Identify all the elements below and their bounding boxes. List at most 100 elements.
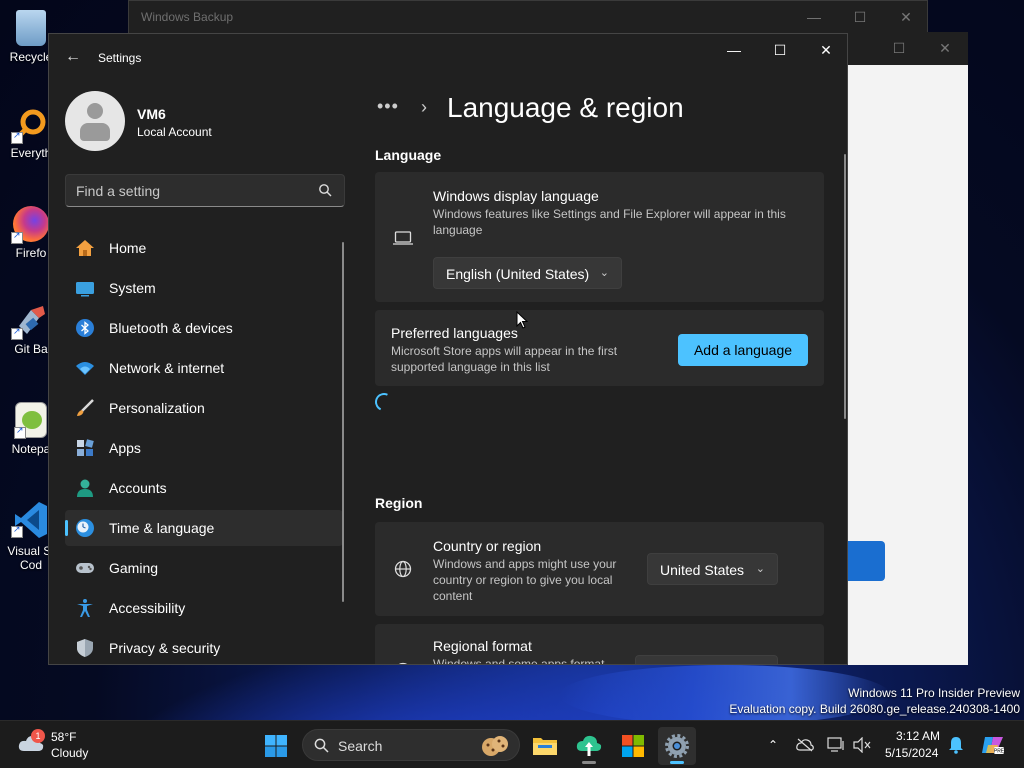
gear-icon: [665, 734, 689, 758]
regional-format-dropdown[interactable]: [635, 655, 778, 664]
chevron-down-icon: ⌄: [599, 267, 609, 279]
nav-item-home[interactable]: Home: [65, 230, 343, 266]
recycle-bin-icon: [16, 10, 46, 46]
home-icon: [76, 240, 94, 256]
taskbar-backup-app[interactable]: [570, 727, 608, 765]
clock-date[interactable]: 5/15/2024: [885, 746, 938, 760]
selection-indicator: [65, 520, 68, 536]
country-region-desc-line3: content: [433, 589, 473, 603]
weather-condition[interactable]: Cloudy: [51, 746, 88, 760]
profile-name: VM6: [137, 106, 166, 122]
regional-format-title: Regional format: [433, 638, 532, 654]
nav-item-system[interactable]: System: [65, 270, 343, 306]
globe-icon: [394, 560, 412, 578]
maximize-button[interactable]: ☐: [757, 34, 803, 66]
clock-globe-icon: [76, 519, 94, 537]
preferred-languages-desc-line2: supported language in this list: [391, 360, 550, 374]
backup-window-body: ☐ ✕: [848, 32, 968, 665]
nav-item-gaming[interactable]: Gaming: [65, 550, 343, 586]
backup-maximize-button-2[interactable]: ☐: [876, 32, 922, 64]
avatar[interactable]: [65, 91, 125, 151]
search-icon: [319, 184, 332, 197]
cloud-offline-icon[interactable]: [795, 735, 815, 755]
accessibility-icon: [77, 599, 93, 617]
apps-icon: [77, 439, 94, 456]
add-language-button[interactable]: Add a language: [678, 334, 808, 366]
display-language-desc-line1: Windows features like Settings and File …: [433, 207, 786, 221]
weather-temperature[interactable]: 58°F: [51, 730, 76, 744]
card-preferred-languages: Preferred languages Microsoft Store apps…: [375, 310, 824, 386]
breadcrumb-overflow-button[interactable]: •••: [377, 96, 399, 117]
search-input[interactable]: [76, 182, 306, 200]
notification-bell-icon[interactable]: [946, 735, 966, 755]
display-language-dropdown[interactable]: English (United States) ⌄: [433, 257, 622, 289]
brush-icon: [77, 399, 94, 416]
chevron-up-icon[interactable]: ⌃: [763, 735, 783, 755]
display-icon[interactable]: [826, 735, 846, 755]
country-region-dropdown[interactable]: United States ⌄: [647, 553, 778, 585]
regional-format-desc-line1: Windows and some apps format: [433, 657, 605, 665]
preferred-languages-desc-line1: Microsoft Store apps will appear in the …: [391, 344, 618, 358]
card-regional-format: Regional format Windows and some apps fo…: [375, 624, 824, 665]
backup-window-titlebar[interactable]: Windows Backup — ☐ ✕: [128, 0, 928, 36]
nav-item-accounts[interactable]: Accounts: [65, 470, 343, 506]
clock-time[interactable]: 3:12 AM: [896, 729, 940, 743]
nav-item-personalization[interactable]: Personalization: [65, 390, 343, 426]
backup-primary-button[interactable]: [848, 541, 885, 581]
country-region-title: Country or region: [433, 538, 542, 554]
display-language-desc-line2: language: [433, 223, 483, 237]
loading-spinner-icon: [372, 390, 396, 414]
windows-logo-icon: [265, 735, 287, 757]
nav-item-privacy[interactable]: Privacy & security: [65, 630, 343, 664]
watermark-line2: Evaluation copy. Build 26080.ge_release.…: [729, 702, 1020, 716]
card-country-region: Country or region Windows and apps might…: [375, 522, 824, 616]
back-arrow-icon[interactable]: ←: [65, 48, 81, 66]
notepad-plus-icon: [14, 402, 47, 439]
person-icon: [77, 479, 93, 497]
copilot-icon[interactable]: PRE: [980, 735, 1006, 755]
nav-scrollbar[interactable]: [342, 242, 344, 602]
folder-icon: [533, 738, 557, 755]
mouse-pointer-icon: [516, 311, 528, 329]
nav-item-time-language[interactable]: Time & language: [65, 510, 343, 546]
close-button[interactable]: ✕: [803, 34, 847, 66]
backup-minimize-button[interactable]: —: [791, 1, 837, 33]
laptop-icon: [393, 231, 413, 245]
nav-item-bluetooth[interactable]: Bluetooth & devices: [65, 310, 343, 346]
weather-badge: 1: [31, 729, 45, 743]
vscode-icon: [11, 500, 49, 538]
minimize-button[interactable]: —: [711, 34, 757, 66]
git-bash-icon: [11, 302, 49, 340]
profile-account-type: Local Account: [137, 125, 212, 139]
backup-close-button-2[interactable]: ✕: [922, 32, 968, 64]
window-title: Settings: [98, 51, 142, 65]
shortcut-arrow-icon: [14, 425, 26, 439]
breadcrumb-chevron-icon: ›: [421, 97, 427, 117]
volume-muted-icon[interactable]: [852, 735, 872, 755]
settings-titlebar[interactable]: ← Settings — ☐ ✕: [49, 34, 847, 82]
wifi-icon: [76, 362, 94, 375]
shield-icon: [77, 639, 93, 657]
settings-window: ← Settings — ☐ ✕ VM6 Local Account Home …: [48, 33, 848, 665]
start-button[interactable]: [257, 727, 295, 765]
bluetooth-icon: [76, 319, 94, 337]
taskbar-microsoft-store[interactable]: [614, 727, 652, 765]
page-title: Language & region: [447, 92, 684, 123]
nav-item-network[interactable]: Network & internet: [65, 350, 343, 386]
card-display-language: Windows display language Windows feature…: [375, 172, 824, 302]
wallpaper-bloom-streak: [560, 665, 890, 725]
section-heading-region: Region: [375, 495, 423, 511]
nav-item-accessibility[interactable]: Accessibility: [65, 590, 343, 626]
backup-close-button[interactable]: ✕: [883, 1, 929, 33]
search-icon: [314, 738, 329, 753]
cloud-upload-icon: [576, 735, 602, 756]
nav-item-apps[interactable]: Apps: [65, 430, 343, 466]
shortcut-arrow-icon: [11, 524, 23, 538]
search-box[interactable]: [65, 174, 345, 207]
content-scrollbar[interactable]: [844, 154, 846, 419]
backup-maximize-button[interactable]: ☐: [837, 1, 883, 33]
taskbar-settings[interactable]: [658, 727, 696, 765]
taskbar-search[interactable]: Search: [302, 729, 520, 761]
taskbar-file-explorer[interactable]: [526, 727, 564, 765]
everything-search-icon: [11, 106, 49, 144]
